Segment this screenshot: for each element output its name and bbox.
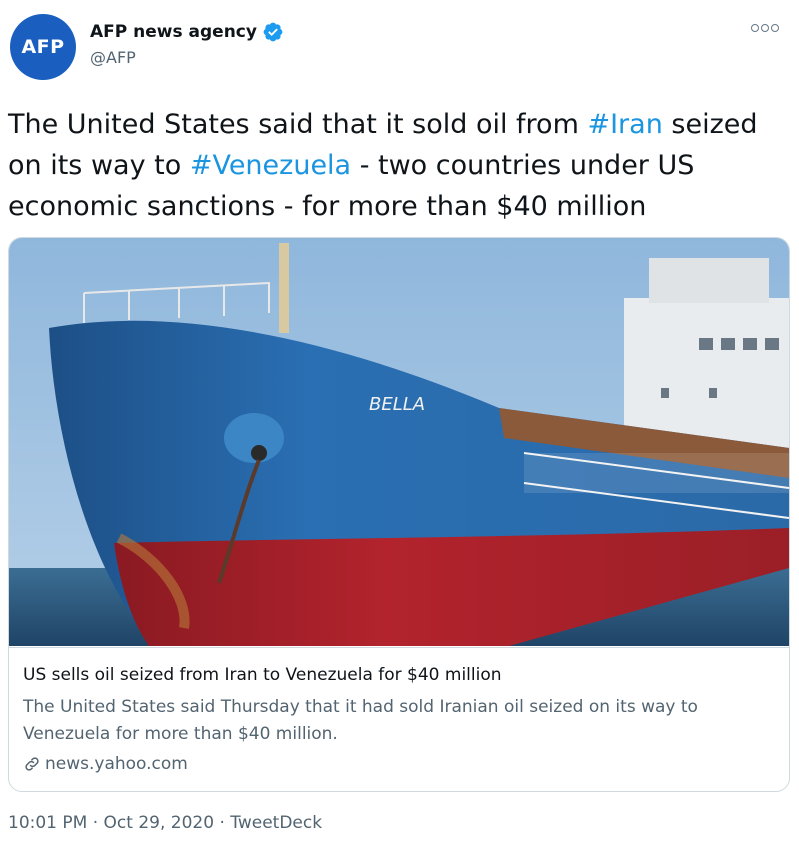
card-text-area: US sells oil seized from Iran to Venezue… (9, 647, 789, 791)
hashtag-iran[interactable]: #Iran (587, 109, 662, 140)
avatar[interactable]: AFP (10, 14, 76, 80)
card-domain: news.yahoo.com (45, 754, 188, 774)
meta-separator: · (92, 813, 99, 833)
verified-badge-icon (263, 22, 283, 42)
tweet-source[interactable]: TweetDeck (230, 813, 322, 833)
card-description: The United States said Thursday that it … (23, 697, 698, 744)
tweet-date[interactable]: Oct 29, 2020 (104, 813, 215, 833)
card-domain-row: news.yahoo.com (23, 754, 188, 774)
hashtag-venezuela[interactable]: #Venezuela (190, 150, 351, 181)
more-options-icon[interactable] (751, 24, 779, 32)
tweet-text-segment: The United States said that it sold oil … (8, 109, 588, 140)
meta-separator: · (219, 813, 225, 833)
author-name-row: AFP news agency (90, 21, 284, 43)
tweet-meta: 10:01 PM · Oct 29, 2020 · TweetDeck (8, 813, 322, 833)
link-icon (25, 757, 39, 771)
card-title: US sells oil seized from Iran to Venezue… (23, 665, 502, 685)
ship-name-text: BELLA (369, 394, 425, 415)
avatar-logo-text: AFP (21, 36, 65, 58)
tweet: AFP AFP news agency @AFP The United Stat… (0, 0, 799, 843)
author-display-name[interactable]: AFP news agency (90, 22, 257, 42)
tweet-time[interactable]: 10:01 PM (8, 813, 87, 833)
card-image-ship: BELLA (9, 238, 789, 646)
link-card[interactable]: BELLA US sells oil seized from Iran to V… (8, 237, 790, 792)
author-handle[interactable]: @AFP (90, 48, 136, 67)
tweet-text: The United States said that it sold oil … (8, 104, 788, 227)
